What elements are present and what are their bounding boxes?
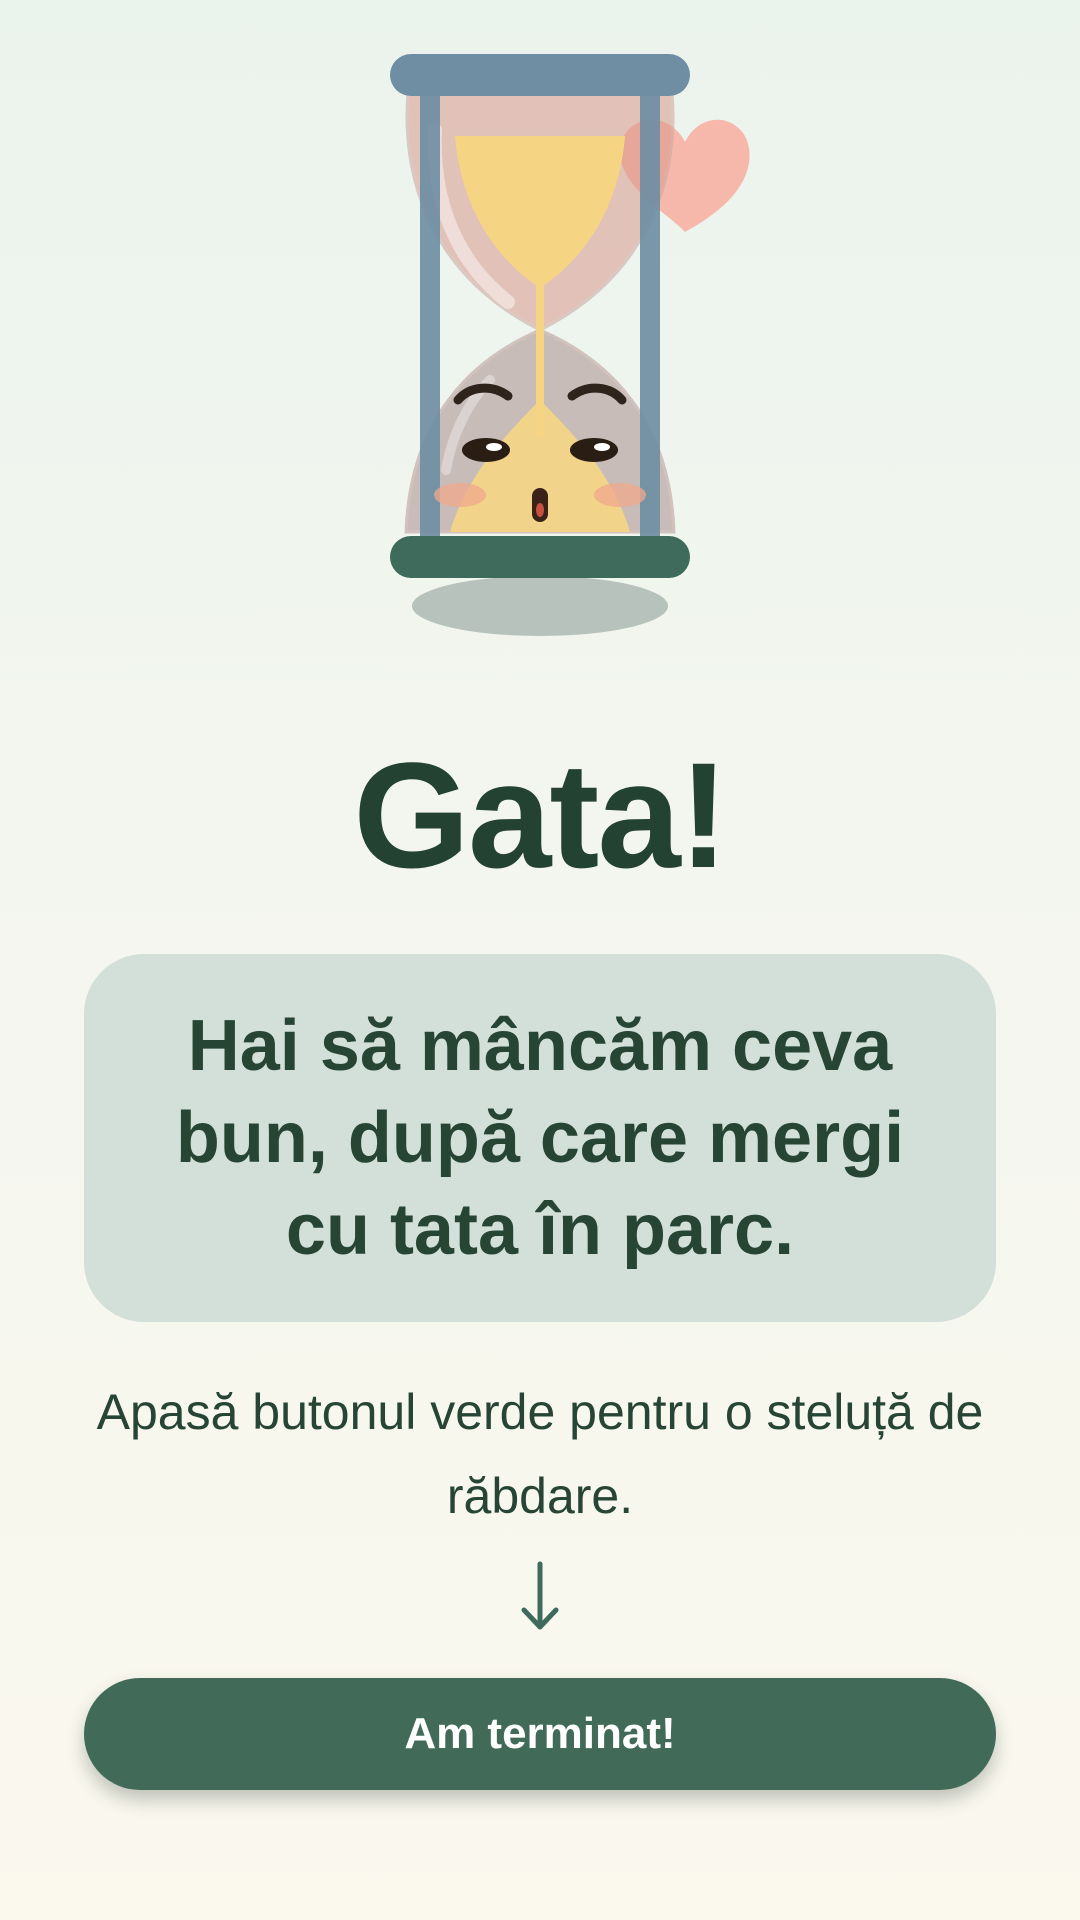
instruction-text: Apasă butonul verde pentru o steluță de … [96,1384,984,1524]
right-eye [570,438,618,462]
mouth-inner [536,503,544,517]
message-card: Hai să mâncăm ceva bun, după care mergi … [84,954,996,1322]
page-title: Gata! [353,731,728,899]
hourglass-base [390,536,690,578]
frame-post-right [640,84,660,549]
hourglass-top-cap [390,54,690,96]
right-eye-shine [594,443,610,451]
message-text: Hai să mâncăm ceva bun, după care mergi … [175,1006,905,1270]
right-cheek [594,483,646,507]
done-button-label: Am terminat! [404,1709,676,1758]
frame-post-left [420,84,440,549]
completion-screen: Gata! Hai să mâncăm ceva bun, după care … [0,0,1080,1920]
hourglass-shadow [412,576,668,636]
left-cheek [434,483,486,507]
down-arrow-icon [510,1560,570,1632]
left-eye-shine [486,443,502,451]
done-button[interactable]: Am terminat! [84,1678,996,1790]
hourglass-illustration [340,40,780,650]
left-eye [462,438,510,462]
